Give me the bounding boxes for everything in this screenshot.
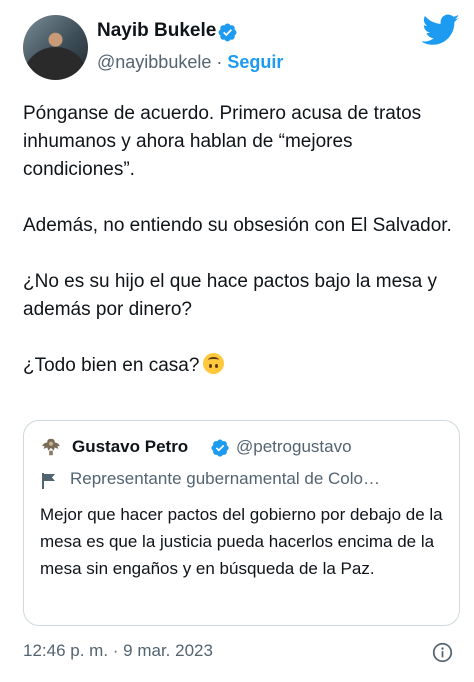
tweet-paragraph: Además, no entiendo su obsesión con El S… [23,215,452,236]
author-handle-row: @nayibbukele · Seguir [97,52,283,73]
quote-author-name[interactable]: Gustavo Petro [72,437,188,457]
upside-down-face-icon [203,353,225,374]
handle-separator: · [216,52,223,72]
verified-badge-icon [218,23,237,42]
quote-author-avatar[interactable] [40,436,62,458]
tweet-text: Pónganse de acuerdo. Primero acusa de tr… [23,100,463,380]
government-flag-icon [42,473,55,489]
quote-verified-badge-icon [211,439,229,457]
government-account-label: Representante gubernamental de Colo… [70,469,380,488]
info-icon[interactable] [432,642,453,663]
tweet-paragraph-last: ¿Todo bien en casa? [23,352,463,380]
tweet-paragraph: Pónganse de acuerdo. Primero acusa de tr… [23,103,422,180]
tweet-paragraph: ¿Todo bien en casa? [23,355,200,376]
tweet-card: Nayib Bukele @nayibbukele · Seguir Pónga… [0,0,474,682]
tweet-paragraph: ¿No es su hijo el que hace pactos bajo l… [23,271,438,320]
twitter-bird-icon[interactable] [422,14,460,46]
author-handle[interactable]: @nayibbukele [97,52,211,72]
quoted-tweet-text: Mejor que hacer pactos del gobierno por … [40,505,443,578]
author-name[interactable]: Nayib Bukele [97,20,216,42]
author-avatar[interactable] [23,15,88,80]
tweet-timestamp[interactable]: 12:46 p. m. · 9 mar. 2023 [23,641,213,661]
quoted-tweet[interactable]: Gustavo Petro @petrogustavo Representant… [23,420,460,626]
follow-button[interactable]: Seguir [227,52,283,72]
quote-author-handle[interactable]: @petrogustavo [236,437,352,457]
